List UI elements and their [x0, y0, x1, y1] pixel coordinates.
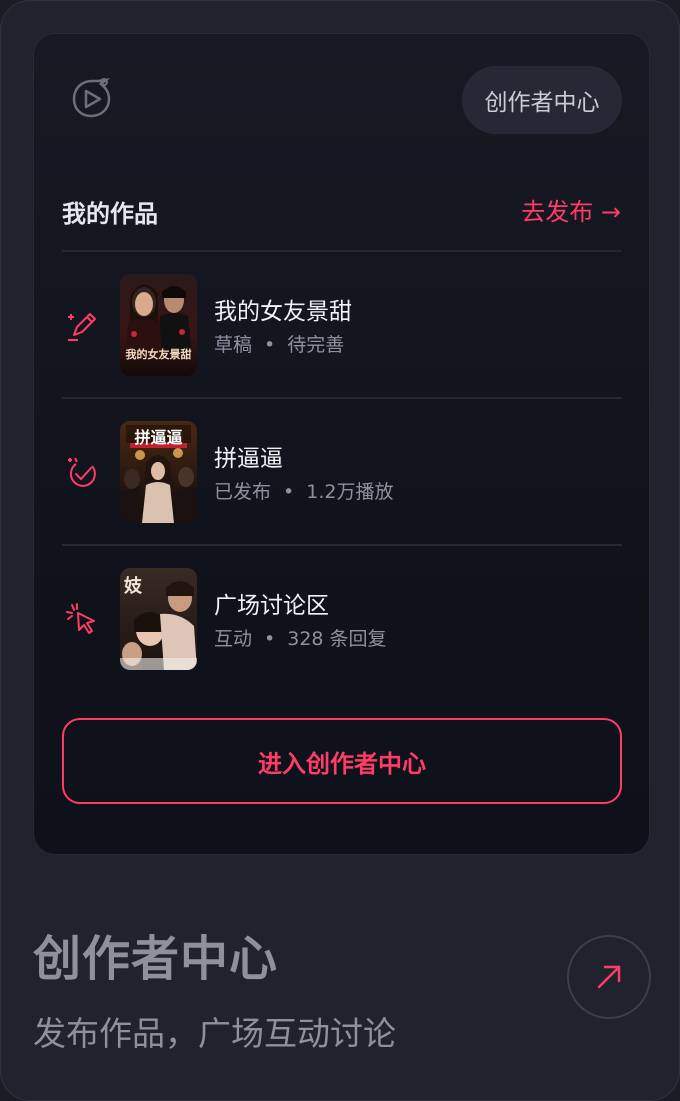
list-item[interactable]: 我的女友景甜 我的女友景甜 草稿 • 待完善	[62, 252, 622, 397]
separator-dot: •	[264, 628, 276, 650]
separator-dot: •	[264, 334, 276, 356]
work-detail: 待完善	[287, 334, 345, 356]
cursor-click-icon	[66, 603, 95, 634]
page-title: 创作者中心	[33, 931, 279, 987]
work-detail: 1.2万播放	[306, 481, 394, 503]
enter-creator-center-button[interactable]: 进入创作者中心	[62, 718, 622, 804]
works-panel: 创作者中心 我的作品 去发布 → 我的女友景甜 我的女友景甜 草稿 • 待完善 …	[33, 33, 650, 855]
page-subtitle: 发布作品，广场互动讨论	[33, 1014, 396, 1053]
poster-title-text: 拼逼逼	[134, 428, 183, 447]
works-list: 我的女友景甜 我的女友景甜 草稿 • 待完善 拼逼逼 拼逼逼 已发布 • 1.2…	[62, 250, 622, 691]
work-detail: 328 条回复	[287, 628, 387, 650]
poster-thumbnail: 我的女友景甜	[120, 274, 197, 376]
separator-dot: •	[283, 481, 295, 503]
work-meta: 已发布 • 1.2万播放	[214, 477, 393, 504]
poster-thumbnail: 拼逼逼	[120, 421, 197, 523]
arrow-up-right-icon	[597, 965, 621, 989]
list-item[interactable]: 妓 广场讨论区 互动 • 328 条回复	[62, 546, 622, 691]
work-title: 广场讨论区	[214, 593, 329, 619]
work-meta: 互动 • 328 条回复	[214, 624, 387, 651]
my-works-heading: 我的作品	[62, 200, 158, 228]
work-meta: 草稿 • 待完善	[214, 330, 344, 357]
work-status: 已发布	[214, 481, 272, 503]
list-item[interactable]: 拼逼逼 拼逼逼 已发布 • 1.2万播放	[62, 399, 622, 544]
work-title: 拼逼逼	[214, 446, 283, 472]
work-status: 互动	[214, 628, 253, 650]
poster-thumbnail: 妓	[120, 568, 197, 670]
work-status: 草稿	[214, 334, 253, 356]
go-publish-link[interactable]: 去发布 →	[521, 192, 621, 227]
pencil-edit-icon	[68, 313, 96, 341]
play-bubble-logo-icon	[72, 78, 111, 118]
creator-center-pill-button[interactable]: 创作者中心	[462, 66, 622, 134]
poster-title-text: 我的女友景甜	[125, 348, 192, 361]
poster-title-text: 妓	[124, 576, 142, 597]
work-title: 我的女友景甜	[214, 299, 352, 325]
creator-center-card[interactable]: 创作者中心 我的作品 去发布 → 我的女友景甜 我的女友景甜 草稿 • 待完善 …	[0, 0, 680, 1101]
open-arrow-button[interactable]	[567, 935, 651, 1019]
check-badge-icon	[68, 457, 96, 487]
